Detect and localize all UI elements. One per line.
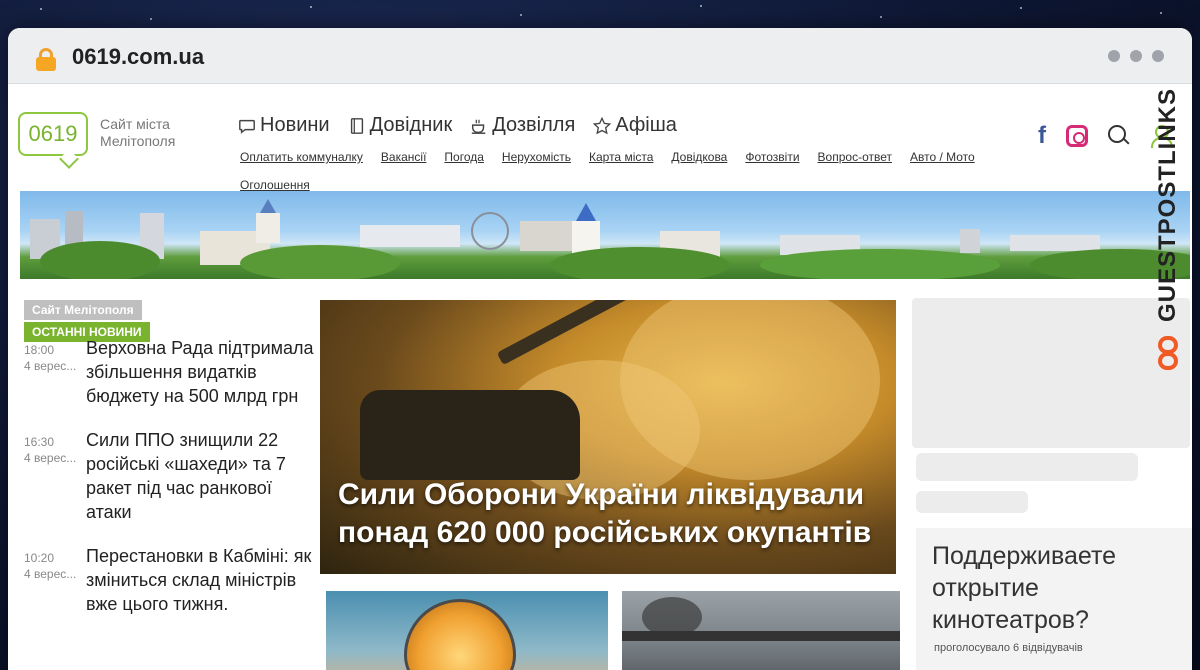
news-item[interactable]: 18:00 4 верес... Верховна Рада підтримал… bbox=[24, 336, 314, 426]
facebook-icon[interactable]: f bbox=[1038, 122, 1046, 150]
hero-article[interactable]: Сили Оборони України ліквідували понад 6… bbox=[320, 300, 896, 574]
subnav-link[interactable]: Вакансії bbox=[381, 150, 427, 164]
browser-toolbar: 0619.com.ua bbox=[8, 28, 1192, 84]
subnav-link[interactable]: Фотозвіти bbox=[745, 150, 799, 164]
watermark-text: GUESTPOSTLINKS bbox=[1154, 87, 1181, 322]
subnav-link[interactable]: Оголошення bbox=[240, 178, 310, 192]
address-bar[interactable]: 0619.com.ua bbox=[72, 44, 204, 70]
logo-tagline: Сайт міста Мелітополя bbox=[100, 116, 176, 149]
window-dot-icon[interactable] bbox=[1108, 50, 1120, 62]
hero-title[interactable]: Сили Оборони України ліквідували понад 6… bbox=[338, 476, 878, 552]
hero-image-tank bbox=[360, 390, 580, 480]
subnav-link[interactable]: Погода bbox=[444, 150, 484, 164]
nav-item-directory[interactable]: Довідник bbox=[348, 114, 453, 137]
poll-widget: Поддерживаете открытие кинотеатров? прог… bbox=[916, 528, 1192, 670]
bridge-image bbox=[622, 631, 900, 641]
subnav-link[interactable]: Вопрос-ответ bbox=[818, 150, 892, 164]
hero-image-barrel bbox=[496, 300, 645, 366]
window-dot-icon[interactable] bbox=[1152, 50, 1164, 62]
news-title[interactable]: Перестановки в Кабміні: як зміниться скл… bbox=[86, 544, 314, 616]
nav-item-label: Дозвілля bbox=[492, 114, 576, 136]
poll-vote-count: проголосувало 6 відвідувачів bbox=[934, 642, 1083, 654]
placeholder-line bbox=[916, 491, 1028, 513]
link-icon bbox=[1156, 336, 1180, 376]
subnav-link[interactable]: Карта міста bbox=[589, 150, 653, 164]
news-item[interactable]: 16:30 4 верес... Сили ППО знищили 22 рос… bbox=[24, 428, 314, 538]
news-time: 16:30 bbox=[24, 435, 55, 449]
guestpostlinks-watermark: GUESTPOSTLINKS bbox=[1152, 86, 1186, 386]
nav-item-events[interactable]: Афіша bbox=[593, 114, 677, 137]
coffee-icon bbox=[472, 119, 486, 134]
news-item[interactable]: 10:20 4 верес... Перестановки в Кабміні:… bbox=[24, 544, 314, 654]
lock-icon bbox=[36, 48, 56, 71]
nav-item-label: Довідник bbox=[369, 114, 453, 136]
sub-nav: Оплатить коммуналку Вакансії Погода Неру… bbox=[240, 150, 1000, 192]
window-dot-icon[interactable] bbox=[1130, 50, 1142, 62]
city-panorama-banner bbox=[20, 191, 1190, 279]
window-controls bbox=[1108, 50, 1164, 62]
subnav-link[interactable]: Довідкова bbox=[671, 150, 727, 164]
site-label-badge: Сайт Мелітополя bbox=[24, 300, 142, 320]
news-timestamp: 18:00 4 верес... bbox=[24, 342, 82, 374]
news-title[interactable]: Сили ППО знищили 22 російські «шахеди» т… bbox=[86, 428, 314, 524]
star-icon bbox=[593, 116, 612, 134]
news-date: 4 верес... bbox=[24, 567, 77, 581]
news-timestamp: 10:20 4 верес... bbox=[24, 550, 82, 582]
city-skyline-image bbox=[30, 199, 1190, 279]
subnav-link[interactable]: Нерухомість bbox=[502, 150, 571, 164]
browser-window: 0619.com.ua 0619 Сайт міста Мелітополя Н… bbox=[8, 28, 1192, 670]
nav-item-label: Афіша bbox=[615, 114, 677, 136]
nav-item-leisure[interactable]: Дозвілля bbox=[470, 114, 575, 137]
site-header: 0619 Сайт міста Мелітополя Новини Довідн… bbox=[8, 84, 1192, 192]
news-time: 10:20 bbox=[24, 551, 55, 565]
site-logo[interactable]: 0619 Сайт міста Мелітополя bbox=[18, 112, 175, 156]
article-thumbnail[interactable] bbox=[326, 591, 608, 670]
chat-icon bbox=[239, 119, 255, 134]
search-icon[interactable] bbox=[1108, 125, 1130, 147]
main-nav: Новини Довідник Дозвілля Афіша bbox=[238, 114, 677, 137]
nav-item-news[interactable]: Новини bbox=[238, 114, 330, 137]
subnav-link[interactable]: Оплатить коммуналку bbox=[240, 150, 363, 164]
logo-bubble-icon: 0619 bbox=[18, 112, 88, 156]
ad-placeholder bbox=[912, 298, 1190, 448]
instagram-icon[interactable] bbox=[1066, 125, 1088, 147]
article-thumbnail[interactable] bbox=[622, 591, 900, 670]
news-date: 4 верес... bbox=[24, 359, 77, 373]
nav-item-label: Новини bbox=[260, 114, 330, 136]
placeholder-line bbox=[916, 453, 1138, 481]
book-icon bbox=[350, 117, 363, 134]
news-title[interactable]: Верховна Рада підтримала збільшення вида… bbox=[86, 336, 314, 408]
subnav-link[interactable]: Авто / Мото bbox=[910, 150, 975, 164]
lightbulb-image bbox=[404, 599, 516, 670]
news-date: 4 верес... bbox=[24, 451, 77, 465]
news-timestamp: 16:30 4 верес... bbox=[24, 434, 82, 466]
logo-number: 0619 bbox=[28, 121, 78, 146]
poll-question[interactable]: Поддерживаете открытие кинотеатров? bbox=[932, 540, 1172, 636]
news-time: 18:00 bbox=[24, 343, 55, 357]
